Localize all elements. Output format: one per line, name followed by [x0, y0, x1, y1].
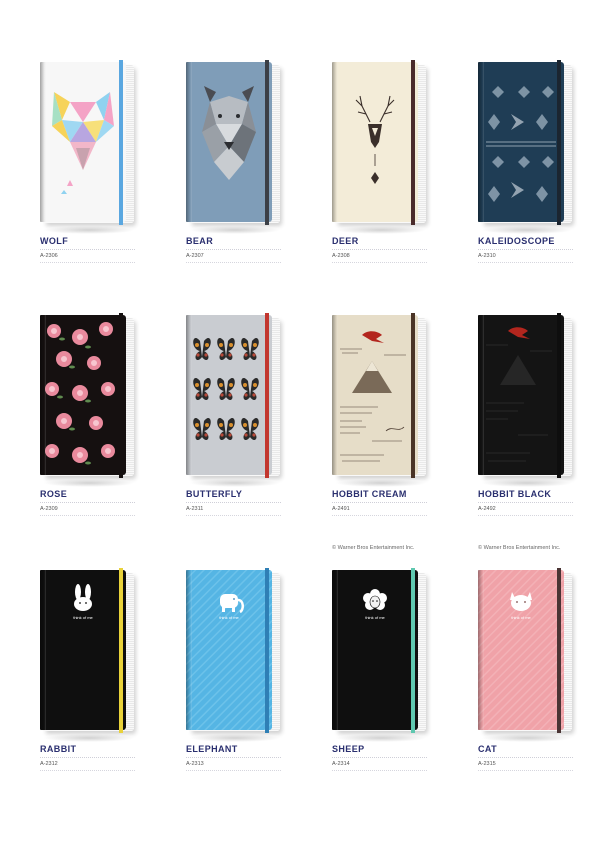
cat-icon: [478, 570, 564, 730]
notebook-image: [186, 60, 281, 234]
notebook-image: [40, 313, 135, 487]
product-title: BUTTERFLY: [186, 489, 243, 499]
product-code: A-2313: [186, 761, 204, 767]
notebook-image: [478, 313, 573, 487]
product-code: A-2311: [186, 506, 204, 512]
kaleidoscope-pattern: [486, 86, 556, 202]
cover-label: think of me: [219, 615, 239, 620]
product-code: A-2491: [332, 506, 350, 512]
product-code: A-2315: [478, 761, 496, 767]
product-title: HOBBIT BLACK: [478, 489, 552, 499]
product-title: CAT: [478, 744, 498, 754]
rabbit-icon: [74, 584, 92, 611]
notebook-image: [478, 60, 573, 234]
notebook-image: think of me: [40, 568, 135, 742]
notebook-image: [186, 313, 281, 487]
product-title: ROSE: [40, 489, 68, 499]
sheep-icon: [363, 589, 387, 610]
notebook-image: [332, 313, 427, 487]
product-code: A-2310: [478, 253, 496, 259]
rose-pattern: [45, 322, 115, 465]
product-code: A-2312: [40, 761, 58, 767]
product-title: BEAR: [186, 236, 214, 246]
product-title: KALEIDOSCOPE: [478, 236, 555, 246]
product-code: A-2306: [40, 253, 58, 259]
wolf-illustration: [52, 92, 114, 194]
notebook-image: think of me: [186, 568, 281, 742]
cover-label: think of me: [365, 615, 385, 620]
butterfly-pattern: [193, 337, 259, 441]
notebook-image: think of me: [332, 568, 427, 742]
product-code: A-2314: [332, 761, 350, 767]
product-title: SHEEP: [332, 744, 365, 754]
cover-label: think of me: [511, 615, 531, 620]
catalog-page: WOLF A-2306 BEAR A-2307 DEER A-2308 KALE…: [0, 0, 595, 842]
copyright-note: © Warner Bros Entertainment Inc.: [332, 545, 415, 551]
product-code: A-2492: [478, 506, 496, 512]
bear-illustration: [202, 86, 256, 180]
hobbit-map-illustration: [486, 327, 552, 462]
product-title: RABBIT: [40, 744, 77, 754]
notebook-image: [40, 60, 135, 234]
copyright-note: © Warner Bros Entertainment Inc.: [478, 545, 561, 551]
product-title: ELEPHANT: [186, 744, 238, 754]
product-title: HOBBIT CREAM: [332, 489, 407, 499]
product-title: DEER: [332, 236, 359, 246]
deer-illustration: [355, 95, 395, 184]
product-code: A-2308: [332, 253, 350, 259]
notebook-image: [332, 60, 427, 234]
notebook-image: think of me: [478, 568, 573, 742]
hobbit-map-illustration: [340, 331, 406, 462]
product-title: WOLF: [40, 236, 69, 246]
product-code: A-2307: [186, 253, 204, 259]
product-code: A-2309: [40, 506, 58, 512]
cover-label: think of me: [73, 615, 93, 620]
elephant-icon: [186, 570, 272, 730]
